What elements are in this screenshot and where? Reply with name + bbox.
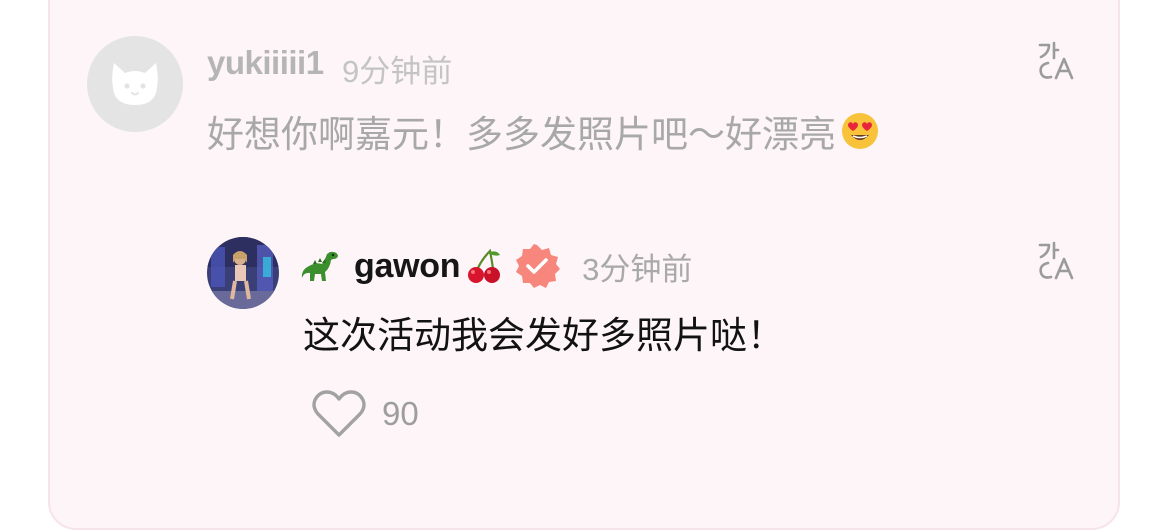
verified-badge-icon: [516, 244, 561, 288]
reply-timestamp: 3分钟前: [582, 251, 693, 287]
comment-username[interactable]: yukiiiii1: [207, 44, 324, 82]
cat-avatar-icon[interactable]: [87, 36, 183, 132]
gawon-avatar[interactable]: [207, 237, 279, 309]
heart-eyes-emoji: [842, 113, 878, 149]
cherries-emoji: [468, 248, 501, 283]
translate-icon[interactable]: [1036, 239, 1078, 281]
dinosaur-emoji: [301, 251, 338, 281]
like-count: 90: [382, 395, 419, 432]
reply-header: gawon 3分钟前: [300, 242, 692, 290]
comment-timestamp: 9分钟前: [342, 54, 453, 89]
reply-text: 这次活动我会发好多照片哒！: [303, 315, 784, 356]
translate-icon[interactable]: [1036, 39, 1078, 81]
comment-text: 好想你啊嘉元！多多发照片吧～好漂亮: [207, 114, 836, 155]
comment-text-row: 好想你啊嘉元！多多发照片吧～好漂亮: [207, 104, 880, 158]
heart-outline-icon[interactable]: [311, 389, 367, 439]
reply-username[interactable]: gawon: [354, 247, 460, 286]
